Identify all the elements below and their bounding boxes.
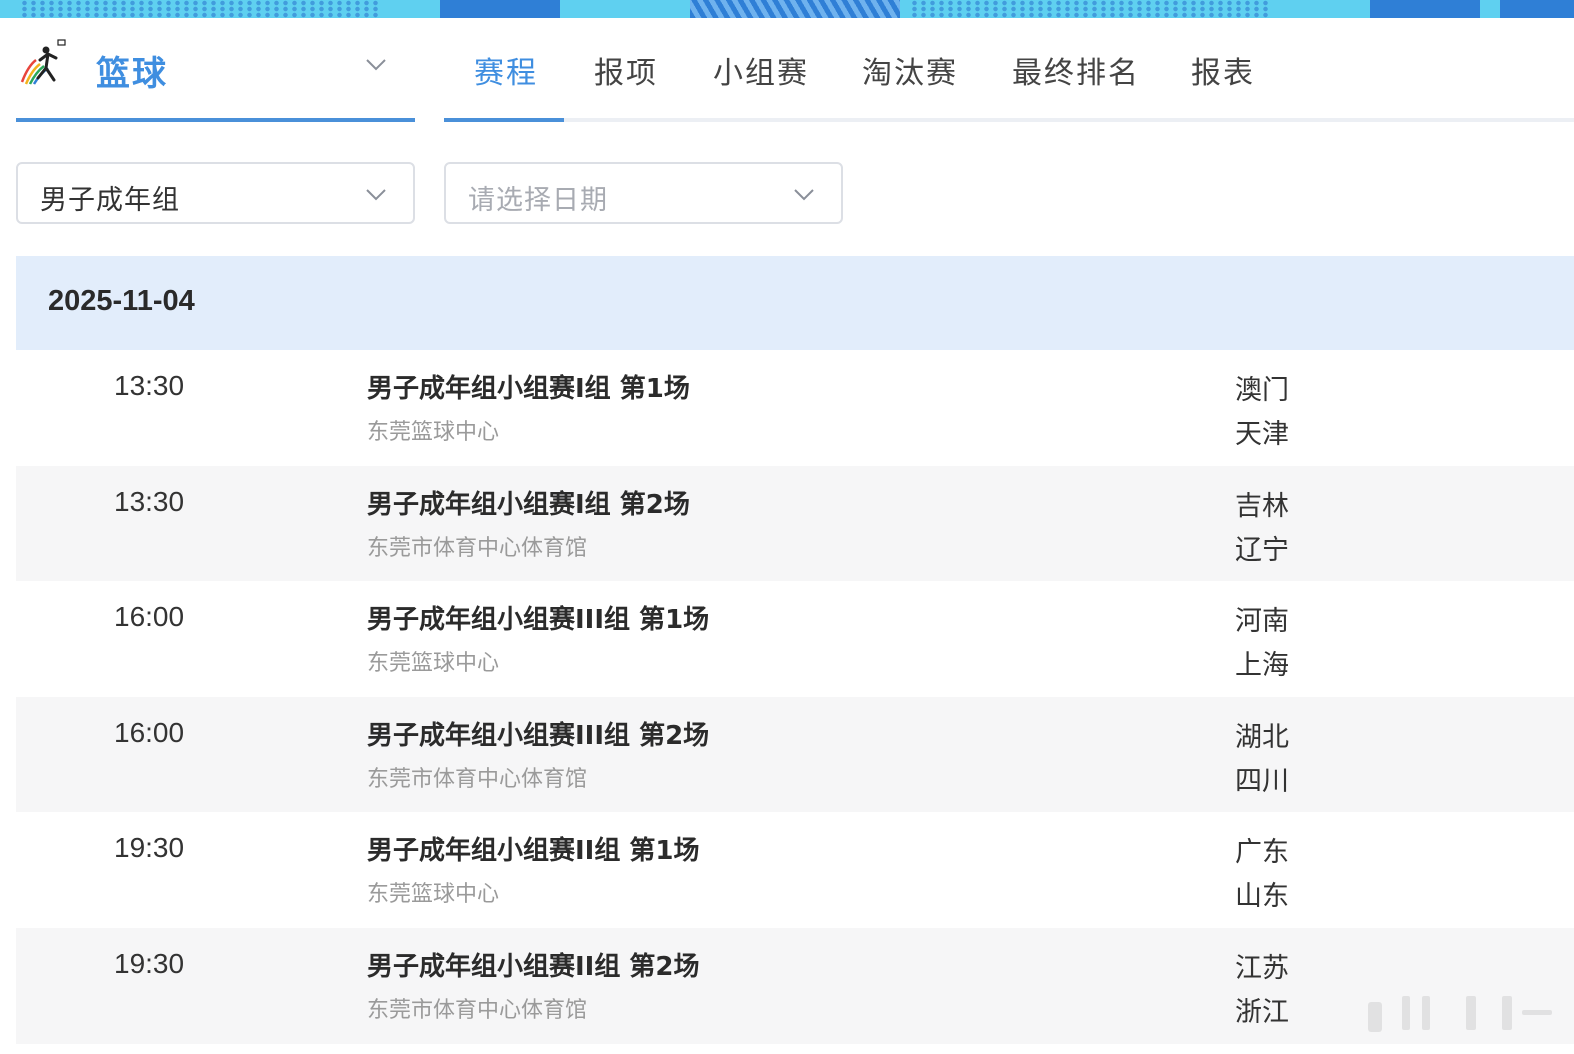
match-venue: 东莞篮球中心 xyxy=(367,651,500,677)
group-select-value: 男子成年组 xyxy=(40,185,180,216)
match-title: 男子成年组小组赛II组 第2场 xyxy=(367,951,700,982)
match-row[interactable]: 19:30 男子成年组小组赛II组 第1场 东莞篮球中心 广东 山东 xyxy=(16,812,1574,928)
match-title: 男子成年组小组赛II组 第1场 xyxy=(367,836,700,867)
date-group-header: 2025-11-04 xyxy=(16,256,1574,350)
away-team: 浙江 xyxy=(1235,996,1289,1028)
tab-group-stage[interactable]: 小组赛 xyxy=(713,48,809,92)
tab-schedule[interactable]: 赛程 xyxy=(474,48,538,92)
match-venue: 东莞市体育中心体育馆 xyxy=(367,997,588,1023)
match-row[interactable]: 16:00 男子成年组小组赛III组 第1场 东莞篮球中心 河南 上海 xyxy=(16,581,1574,697)
sport-label: 篮球 xyxy=(96,54,168,94)
date-select[interactable]: 请选择日期 xyxy=(444,162,843,224)
tab-final-ranking[interactable]: 最终排名 xyxy=(1012,48,1140,92)
tab-bar-divider xyxy=(444,118,1574,122)
away-team: 山东 xyxy=(1235,881,1289,913)
tab-registration[interactable]: 报项 xyxy=(594,48,658,92)
watermark-graphic xyxy=(1368,996,1552,1032)
tab-knockout[interactable]: 淘汰赛 xyxy=(862,48,958,92)
tab-bar: 赛程 报项 小组赛 淘汰赛 最终排名 报表 xyxy=(444,18,1574,122)
match-title: 男子成年组小组赛III组 第1场 xyxy=(367,605,710,636)
match-row[interactable]: 13:30 男子成年组小组赛I组 第1场 东莞篮球中心 澳门 天津 xyxy=(16,350,1574,466)
match-time: 16:00 xyxy=(114,716,185,748)
home-team: 河南 xyxy=(1235,606,1289,638)
match-time: 19:30 xyxy=(114,832,185,864)
match-title: 男子成年组小组赛I组 第1场 xyxy=(367,374,690,404)
match-venue: 东莞市体育中心体育馆 xyxy=(367,766,588,792)
match-row[interactable]: 16:00 男子成年组小组赛III组 第2场 东莞市体育中心体育馆 湖北 四川 xyxy=(16,696,1574,813)
match-title: 男子成年组小组赛III组 第2场 xyxy=(367,720,710,751)
match-time: 16:00 xyxy=(114,601,185,633)
match-venue: 东莞篮球中心 xyxy=(367,420,500,445)
match-list: 13:30 男子成年组小组赛I组 第1场 东莞篮球中心 澳门 天津 13:30 … xyxy=(16,350,1574,1044)
match-venue: 东莞篮球中心 xyxy=(367,882,500,908)
basketball-player-logo-icon xyxy=(20,39,66,85)
home-team: 吉林 xyxy=(1235,490,1289,522)
tab-reports[interactable]: 报表 xyxy=(1191,48,1255,92)
match-time: 13:30 xyxy=(114,370,185,401)
away-team: 上海 xyxy=(1235,650,1289,682)
match-row[interactable]: 19:30 男子成年组小组赛II组 第2场 东莞市体育中心体育馆 江苏 浙江 xyxy=(16,927,1574,1044)
active-tab-indicator xyxy=(444,118,564,122)
top-banner xyxy=(0,0,1574,18)
home-team: 江苏 xyxy=(1235,952,1289,984)
date-label: 2025-11-04 xyxy=(48,285,195,317)
chevron-down-icon xyxy=(794,189,814,201)
chevron-down-icon xyxy=(366,59,386,71)
group-select[interactable]: 男子成年组 xyxy=(16,162,415,224)
sport-selector[interactable]: 篮球 xyxy=(16,18,415,122)
away-team: 四川 xyxy=(1235,765,1289,797)
match-time: 19:30 xyxy=(114,947,185,979)
home-team: 湖北 xyxy=(1235,721,1289,753)
match-row[interactable]: 13:30 男子成年组小组赛I组 第2场 东莞市体育中心体育馆 吉林 辽宁 xyxy=(16,465,1574,582)
match-venue: 东莞市体育中心体育馆 xyxy=(367,535,588,561)
match-title: 男子成年组小组赛I组 第2场 xyxy=(367,489,690,520)
chevron-down-icon xyxy=(366,189,386,201)
match-time: 13:30 xyxy=(114,485,185,517)
home-team: 广东 xyxy=(1235,837,1289,869)
away-team: 辽宁 xyxy=(1235,534,1289,566)
date-select-placeholder: 请选择日期 xyxy=(468,185,608,216)
home-team: 澳门 xyxy=(1235,375,1289,406)
away-team: 天津 xyxy=(1235,419,1289,450)
